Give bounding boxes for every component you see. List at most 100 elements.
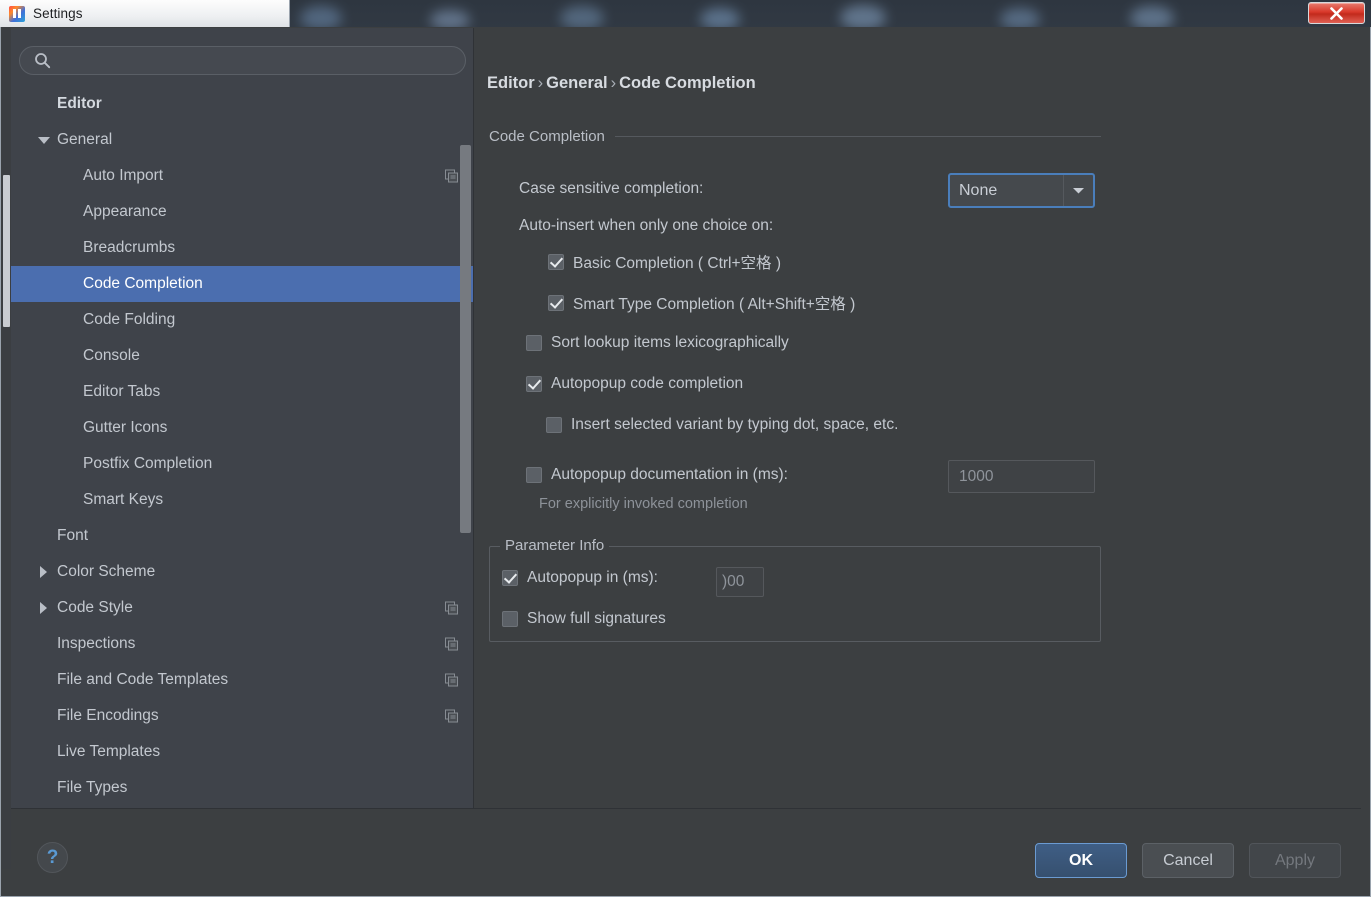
sidebar-scrollbar[interactable] [460, 86, 471, 808]
sidebar-item-label: File Encodings [57, 707, 159, 724]
sidebar-item-label: File and Code Templates [57, 671, 229, 688]
sort-lookup-checkbox[interactable] [526, 335, 542, 351]
sidebar-item-label: Inspections [57, 635, 136, 652]
sidebar-item-label: File Types [57, 779, 128, 796]
show-full-signatures-row[interactable]: Show full signatures [502, 610, 666, 628]
autopopup-documentation-value: 1000 [959, 467, 994, 485]
project-scope-icon [445, 169, 458, 183]
ok-button[interactable]: OK [1035, 843, 1127, 878]
show-full-signatures-checkbox[interactable] [502, 611, 518, 627]
sidebar-item-appearance[interactable]: Appearance [11, 194, 473, 230]
sidebar-item-console[interactable]: Console [11, 338, 473, 374]
title-bar: Settings [0, 0, 1371, 27]
autopopup-documentation-input[interactable]: 1000 [948, 460, 1095, 493]
apply-label: Apply [1274, 851, 1316, 869]
parameter-autopopup-row[interactable]: Autopopup in (ms): [502, 569, 658, 587]
sidebar-item-label: Auto Import [83, 167, 164, 184]
parameter-autopopup-value: )00 [722, 573, 745, 590]
autopopup-documentation-checkbox[interactable] [526, 467, 542, 483]
search-input[interactable] [51, 47, 465, 74]
sidebar-item-auto-import[interactable]: Auto Import [11, 158, 473, 194]
chevron-right-icon[interactable] [37, 565, 51, 579]
sidebar-item-file-and-code-templates[interactable]: File and Code Templates [11, 662, 473, 698]
breadcrumb-leaf: Code Completion [619, 74, 756, 92]
close-icon[interactable] [1308, 2, 1365, 24]
ok-label: OK [1069, 851, 1093, 869]
explicit-hint-row: For explicitly invoked completion [539, 496, 748, 512]
chevron-down-icon[interactable] [1063, 175, 1093, 206]
smart-type-completion-row[interactable]: Smart Type Completion ( Alt+Shift+空格 ) [548, 292, 855, 314]
section-divider [614, 136, 1101, 137]
search-box[interactable] [19, 46, 466, 75]
sidebar-item-file-encodings[interactable]: File Encodings [11, 698, 473, 734]
sidebar-item-inspections[interactable]: Inspections [11, 626, 473, 662]
autopopup-code-completion-label: Autopopup code completion [551, 375, 744, 392]
search-field[interactable] [19, 46, 466, 75]
breadcrumb-separator: › [610, 74, 617, 92]
autopopup-code-completion-checkbox[interactable] [526, 376, 542, 392]
explicit-hint-label: For explicitly invoked completion [539, 496, 748, 512]
sidebar-item-label: Postfix Completion [83, 455, 213, 472]
parameter-autopopup-checkbox[interactable] [502, 570, 518, 586]
sidebar-item-color-scheme[interactable]: Color Scheme [11, 554, 473, 590]
chevron-right-icon[interactable] [37, 601, 51, 615]
sidebar-item-code-completion[interactable]: Code Completion [11, 266, 473, 302]
sidebar-scrollbar-thumb[interactable] [460, 145, 471, 533]
sidebar-item-file-types[interactable]: File Types [11, 770, 473, 806]
breadcrumb-middle[interactable]: General [546, 74, 607, 92]
insert-selected-variant-row[interactable]: Insert selected variant by typing dot, s… [546, 416, 898, 434]
apply-button: Apply [1249, 843, 1341, 878]
help-label: ? [46, 846, 59, 868]
sidebar-item-editor[interactable]: Editor [11, 86, 473, 122]
autopopup-documentation-row[interactable]: Autopopup documentation in (ms): [526, 466, 788, 484]
breadcrumb: Editor › General › Code Completion [487, 74, 756, 93]
sidebar-item-code-style[interactable]: Code Style [11, 590, 473, 626]
breadcrumb-root[interactable]: Editor [487, 74, 535, 92]
window-scrollbar-thumb[interactable] [3, 175, 10, 327]
autopopup-code-completion-row[interactable]: Autopopup code completion [526, 375, 743, 393]
section-header: Code Completion [489, 128, 1101, 145]
sidebar-item-general[interactable]: General [11, 122, 473, 158]
sidebar-item-postfix-completion[interactable]: Postfix Completion [11, 446, 473, 482]
parameter-autopopup-input[interactable]: )00 [716, 567, 764, 597]
help-icon[interactable]: ? [37, 842, 68, 873]
window-title-tab: Settings [0, 0, 290, 27]
sidebar-item-font[interactable]: Font [11, 518, 473, 554]
sidebar-item-editor-tabs[interactable]: Editor Tabs [11, 374, 473, 410]
sidebar-item-live-templates[interactable]: Live Templates [11, 734, 473, 770]
section-title: Code Completion [489, 128, 605, 145]
parameter-info-legend: Parameter Info [500, 537, 610, 554]
sidebar-item-label: Live Templates [57, 743, 161, 760]
insert-selected-variant-checkbox[interactable] [546, 417, 562, 433]
parameter-autopopup-label: Autopopup in (ms): [527, 569, 658, 586]
sort-lookup-row[interactable]: Sort lookup items lexicographically [526, 334, 789, 352]
case-sensitive-label: Case sensitive completion: [519, 180, 704, 197]
project-scope-icon [445, 637, 458, 651]
auto-insert-label-row: Auto-insert when only one choice on: [519, 217, 773, 235]
sidebar-item-label: Editor Tabs [83, 383, 161, 400]
sidebar-item-breadcrumbs[interactable]: Breadcrumbs [11, 230, 473, 266]
basic-completion-checkbox[interactable] [548, 254, 564, 270]
window-scrollbar[interactable] [2, 27, 11, 869]
case-sensitive-select[interactable]: None [948, 173, 1095, 208]
sidebar-item-label: Color Scheme [57, 563, 156, 580]
project-scope-icon [445, 709, 458, 723]
basic-completion-row[interactable]: Basic Completion ( Ctrl+空格 ) [548, 251, 781, 273]
sidebar-item-smart-keys[interactable]: Smart Keys [11, 482, 473, 518]
cancel-button[interactable]: Cancel [1142, 843, 1234, 878]
sidebar-item-gutter-icons[interactable]: Gutter Icons [11, 410, 473, 446]
chevron-down-icon[interactable] [37, 133, 51, 147]
sidebar-item-code-folding[interactable]: Code Folding [11, 302, 473, 338]
smart-type-completion-checkbox[interactable] [548, 295, 564, 311]
sidebar-item-label: Font [57, 527, 89, 544]
